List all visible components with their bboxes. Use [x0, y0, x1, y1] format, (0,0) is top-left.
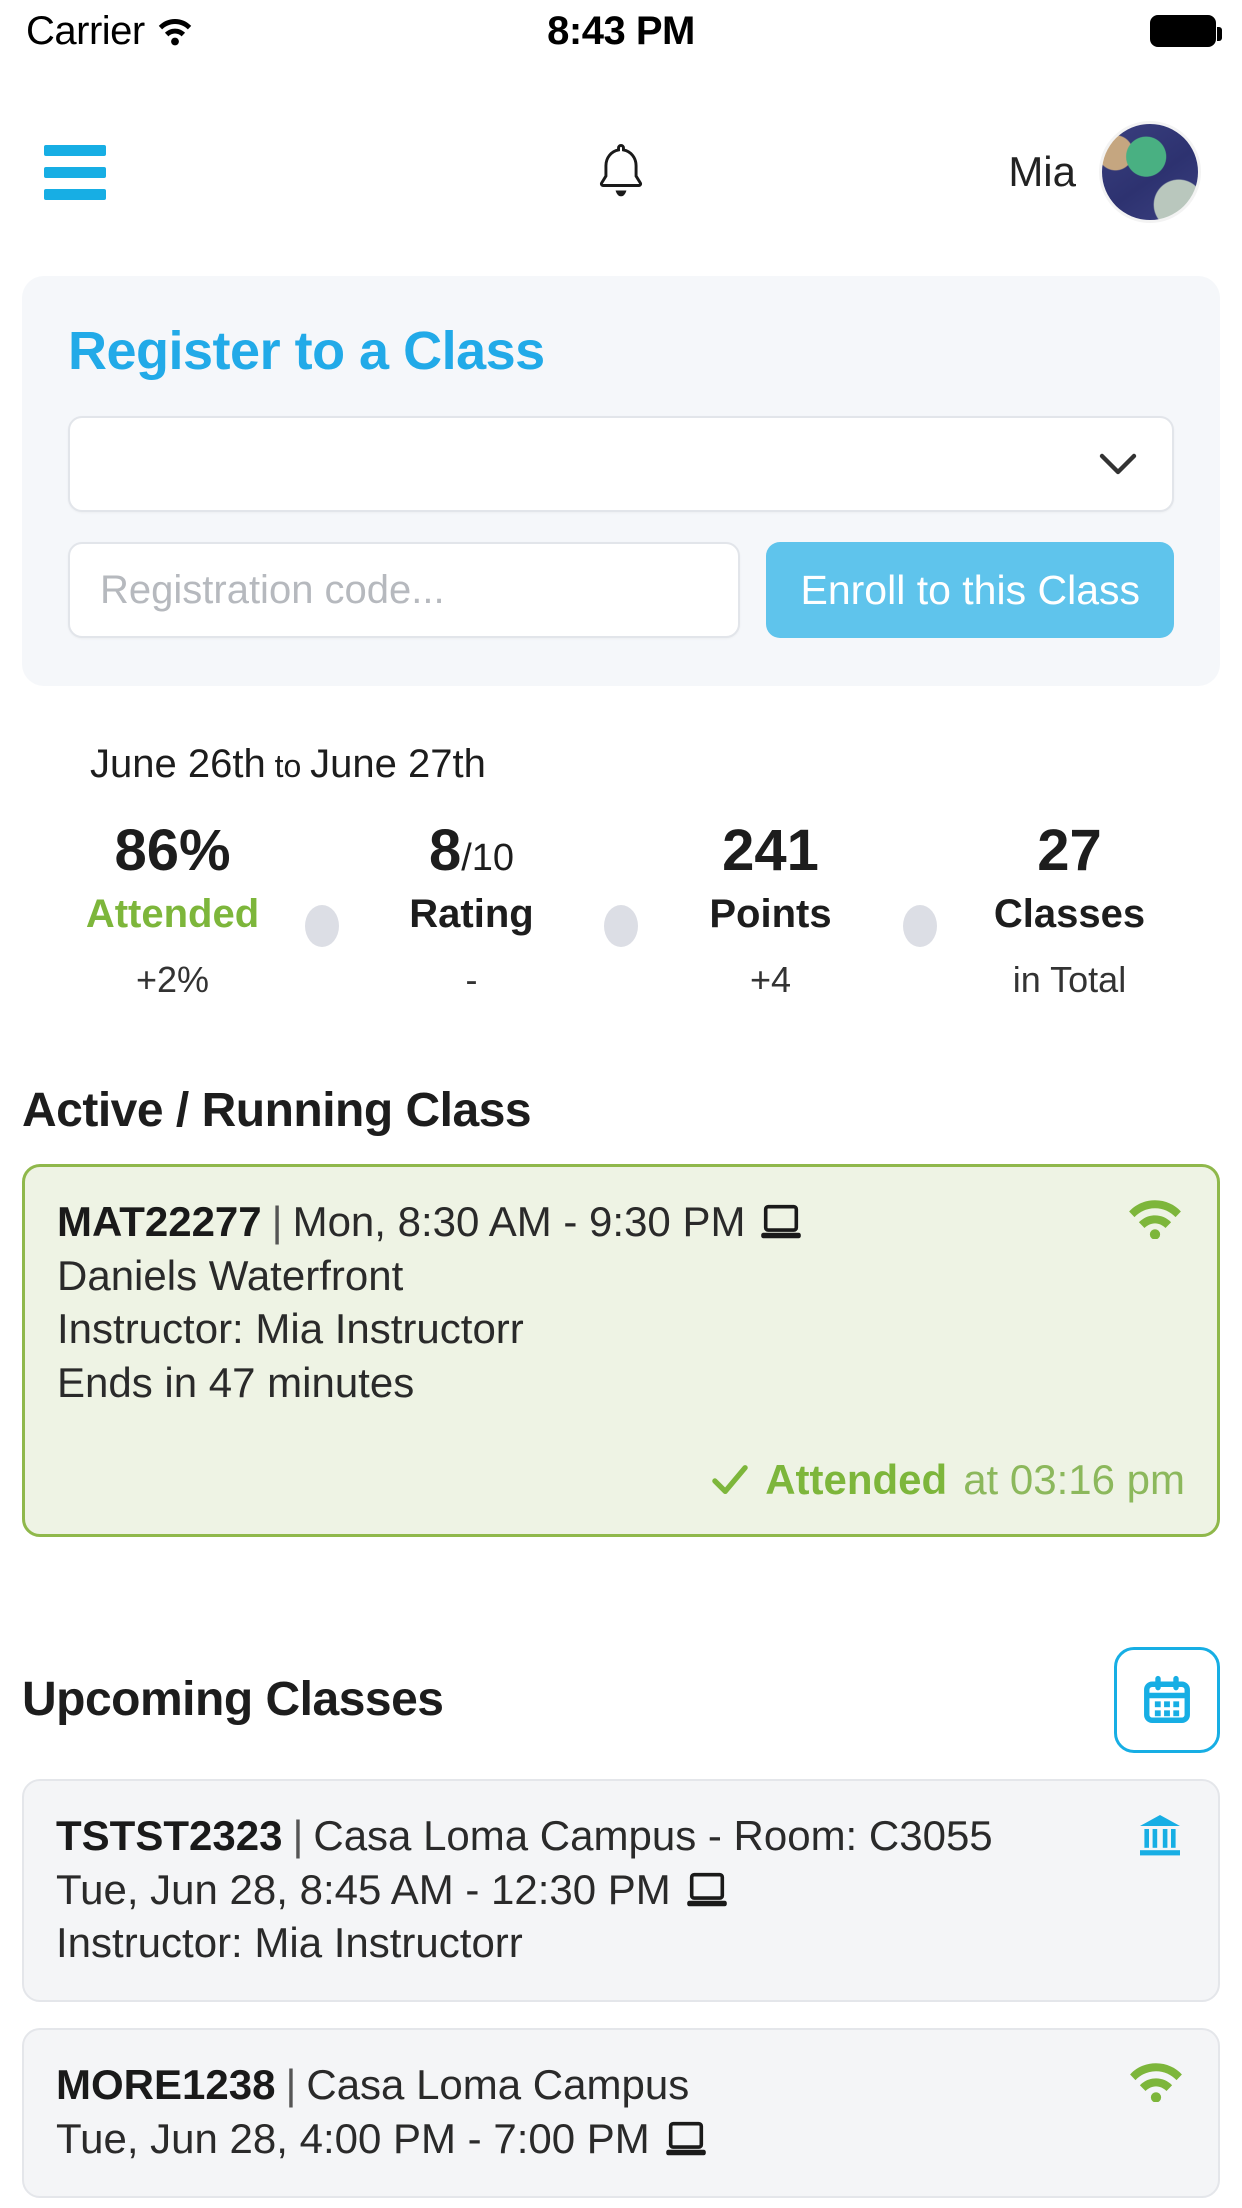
upcoming-class-title-line: MORE1238 | Casa Loma Campus — [56, 2058, 1186, 2112]
wifi-icon — [158, 19, 191, 46]
check-icon — [712, 1464, 748, 1494]
class-location: Casa Loma Campus — [306, 2061, 690, 2109]
active-class-ends-in: Ends in 47 minutes — [57, 1359, 415, 1407]
stat-number: 8 — [428, 818, 462, 883]
stat-attended: 86% Attended +2% — [40, 818, 305, 1001]
class-separator: | — [285, 2061, 297, 2109]
active-class-section-title: Active / Running Class — [22, 1083, 532, 1137]
stat-delta: +2% — [135, 958, 210, 1000]
upcoming-class-instructor: Instructor: Mia Instructorr — [56, 1919, 523, 1967]
registration-code-input[interactable] — [68, 542, 741, 638]
stat-points: 241 Points +4 — [638, 818, 903, 1001]
stat-label: Points — [709, 891, 832, 936]
register-class-card: Register to a Class Enroll to this Class — [22, 276, 1220, 686]
stat-value: 27 — [937, 818, 1202, 883]
class-code: MORE1238 — [56, 2061, 276, 2109]
upcoming-class-schedule-line: Tue, Jun 28, 4:00 PM - 7:00 PM — [56, 2112, 1186, 2166]
active-class-instructor: Instructor: Mia Instructorr — [57, 1305, 524, 1353]
class-separator: | — [271, 1197, 283, 1245]
stat-delta: +4 — [749, 958, 792, 1000]
hamburger-bar — [44, 166, 106, 178]
calendar-icon — [1144, 1675, 1190, 1723]
active-class-status-icon-wrap — [1127, 1197, 1183, 1239]
date-range-end: June 27th — [310, 742, 486, 786]
stat-classes: 27 Classes in Total — [937, 818, 1202, 1001]
stat-label: Attended — [85, 891, 260, 936]
wifi-icon — [1129, 1200, 1181, 1239]
date-range-join: to — [265, 748, 311, 784]
class-select-dropdown[interactable] — [68, 416, 1174, 512]
class-schedule: Mon, 8:30 AM - 9:30 PM — [292, 1197, 746, 1245]
bank-icon — [1140, 1814, 1180, 1856]
upcoming-class-card[interactable]: TSTST2323 | Casa Loma Campus - Room: C30… — [22, 1778, 1220, 2003]
register-title: Register to a Class — [68, 321, 545, 381]
stat-number-sub: /10 — [461, 837, 515, 879]
active-class-card[interactable]: MAT22277 | Mon, 8:30 AM - 9:30 PM Daniel… — [22, 1163, 1220, 1537]
bell-icon[interactable] — [594, 142, 648, 202]
active-class-title-line: MAT22277 | Mon, 8:30 AM - 9:30 PM — [57, 1195, 1185, 1249]
enroll-button[interactable]: Enroll to this Class — [766, 542, 1174, 638]
stat-separator-dot — [305, 905, 339, 947]
upcoming-class-card[interactable]: MORE1238 | Casa Loma Campus Tue, Jun 28,… — [22, 2028, 1220, 2198]
avatar[interactable] — [1102, 124, 1198, 220]
stat-value: 8/10 — [339, 818, 604, 883]
upcoming-section-title: Upcoming Classes — [22, 1673, 444, 1727]
upcoming-class-schedule-line: Tue, Jun 28, 8:45 AM - 12:30 PM — [56, 1863, 1186, 1917]
stat-delta: - — [465, 958, 478, 1000]
upcoming-class-title-line: TSTST2323 | Casa Loma Campus - Room: C30… — [56, 1809, 1186, 1863]
stat-delta: in Total — [1012, 958, 1127, 1000]
header-user-area[interactable]: Mia — [1008, 124, 1198, 220]
chevron-down-icon — [1099, 453, 1137, 475]
stats-section: June 26th to June 27th 86% Attended +2% … — [0, 686, 1242, 1001]
status-bar-right — [1150, 15, 1222, 47]
stat-label: Rating — [409, 891, 534, 936]
upcoming-classes-list: TSTST2323 | Casa Loma Campus - Room: C30… — [0, 1778, 1242, 2198]
active-class-location: Daniels Waterfront — [57, 1251, 404, 1299]
hamburger-bar — [44, 188, 106, 200]
stats-row: 86% Attended +2% 8/10 Rating - 241 Point… — [0, 818, 1242, 1001]
upcoming-class-status-icon-wrap — [1136, 1811, 1184, 1859]
laptop-icon — [761, 1204, 802, 1238]
upcoming-class-status-icon-wrap — [1128, 2060, 1184, 2103]
register-code-row: Enroll to this Class — [68, 542, 1174, 638]
stat-value: 86% — [40, 818, 305, 883]
hamburger-bar — [44, 144, 106, 156]
stat-label: Classes — [993, 891, 1146, 936]
class-code: TSTST2323 — [56, 1811, 283, 1859]
stat-rating: 8/10 Rating - — [339, 818, 604, 1001]
attended-time: at 03:16 pm — [963, 1455, 1185, 1503]
class-schedule: Tue, Jun 28, 8:45 AM - 12:30 PM — [56, 1865, 671, 1913]
attendance-status: Attended at 03:16 pm — [57, 1456, 1185, 1504]
laptop-icon — [665, 2121, 706, 2155]
class-separator: | — [292, 1811, 304, 1859]
stat-number: 27 — [1037, 818, 1102, 883]
class-schedule: Tue, Jun 28, 4:00 PM - 7:00 PM — [56, 2114, 650, 2162]
date-range-label: June 26th to June 27th — [0, 742, 1242, 787]
wifi-icon — [1130, 2063, 1182, 2103]
username-label: Mia — [1008, 148, 1076, 195]
hamburger-menu-icon[interactable] — [44, 144, 106, 200]
app-header: Mia — [0, 112, 1242, 232]
date-range-start: June 26th — [90, 742, 266, 786]
calendar-button[interactable] — [1114, 1646, 1220, 1753]
battery-icon — [1150, 15, 1222, 47]
status-bar-left: Carrier — [26, 9, 193, 54]
class-location: Casa Loma Campus - Room: C3055 — [313, 1811, 993, 1859]
carrier-label: Carrier — [26, 8, 145, 53]
laptop-icon — [686, 1872, 727, 1906]
stat-number: 86% — [114, 818, 231, 883]
stat-separator-dot — [604, 905, 638, 947]
upcoming-section-header: Upcoming Classes — [0, 1646, 1242, 1753]
stat-number: 241 — [722, 818, 819, 883]
stat-separator-dot — [903, 905, 937, 947]
status-bar: Carrier 8:43 PM — [0, 0, 1242, 62]
class-code: MAT22277 — [57, 1197, 262, 1245]
stat-value: 241 — [638, 818, 903, 883]
attended-label: Attended — [765, 1455, 948, 1503]
